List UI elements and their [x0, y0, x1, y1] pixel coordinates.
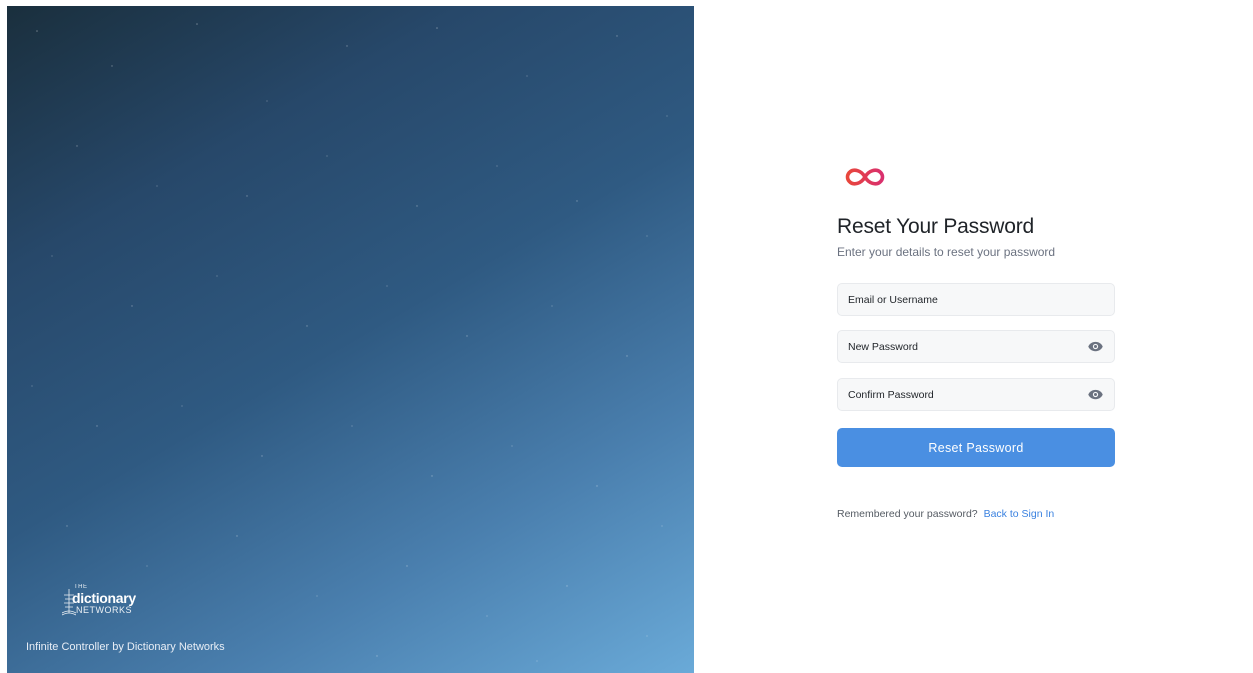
email-username-placeholder: Email or Username — [848, 293, 938, 306]
dictionary-networks-logo: THE dictionary NETWORKS — [62, 584, 152, 620]
page-subtitle: Enter your details to reset your passwor… — [837, 245, 1056, 259]
new-password-field[interactable]: New Password — [837, 330, 1115, 363]
starfield-background — [31, 23, 668, 662]
confirm-password-field[interactable]: Confirm Password — [837, 378, 1115, 411]
logo-sub-text: NETWORKS — [76, 605, 133, 615]
remembered-password-text: Remembered your password? — [837, 508, 978, 520]
new-password-placeholder: New Password — [848, 340, 919, 353]
infinity-icon — [845, 168, 885, 186]
show-new-password-eye-icon[interactable] — [1086, 338, 1104, 356]
hero-footer-text: Infinite Controller by Dictionary Networ… — [26, 641, 225, 653]
logo-main-text: dictionary — [72, 590, 136, 606]
reset-password-page: THE dictionary NETWORKS Infinite Control… — [0, 0, 1253, 673]
email-username-field[interactable]: Email or Username — [837, 283, 1115, 316]
page-title: Reset Your Password — [837, 215, 1034, 238]
hero-panel: THE dictionary NETWORKS Infinite Control… — [7, 6, 694, 673]
show-confirm-password-eye-icon[interactable] — [1086, 386, 1104, 404]
back-to-sign-in-link[interactable]: Back to Sign In — [984, 508, 1055, 520]
reset-password-button[interactable]: Reset Password — [837, 428, 1115, 467]
back-to-sign-in-row: Remembered your password? Back to Sign I… — [837, 508, 1054, 520]
confirm-password-placeholder: Confirm Password — [848, 388, 934, 401]
